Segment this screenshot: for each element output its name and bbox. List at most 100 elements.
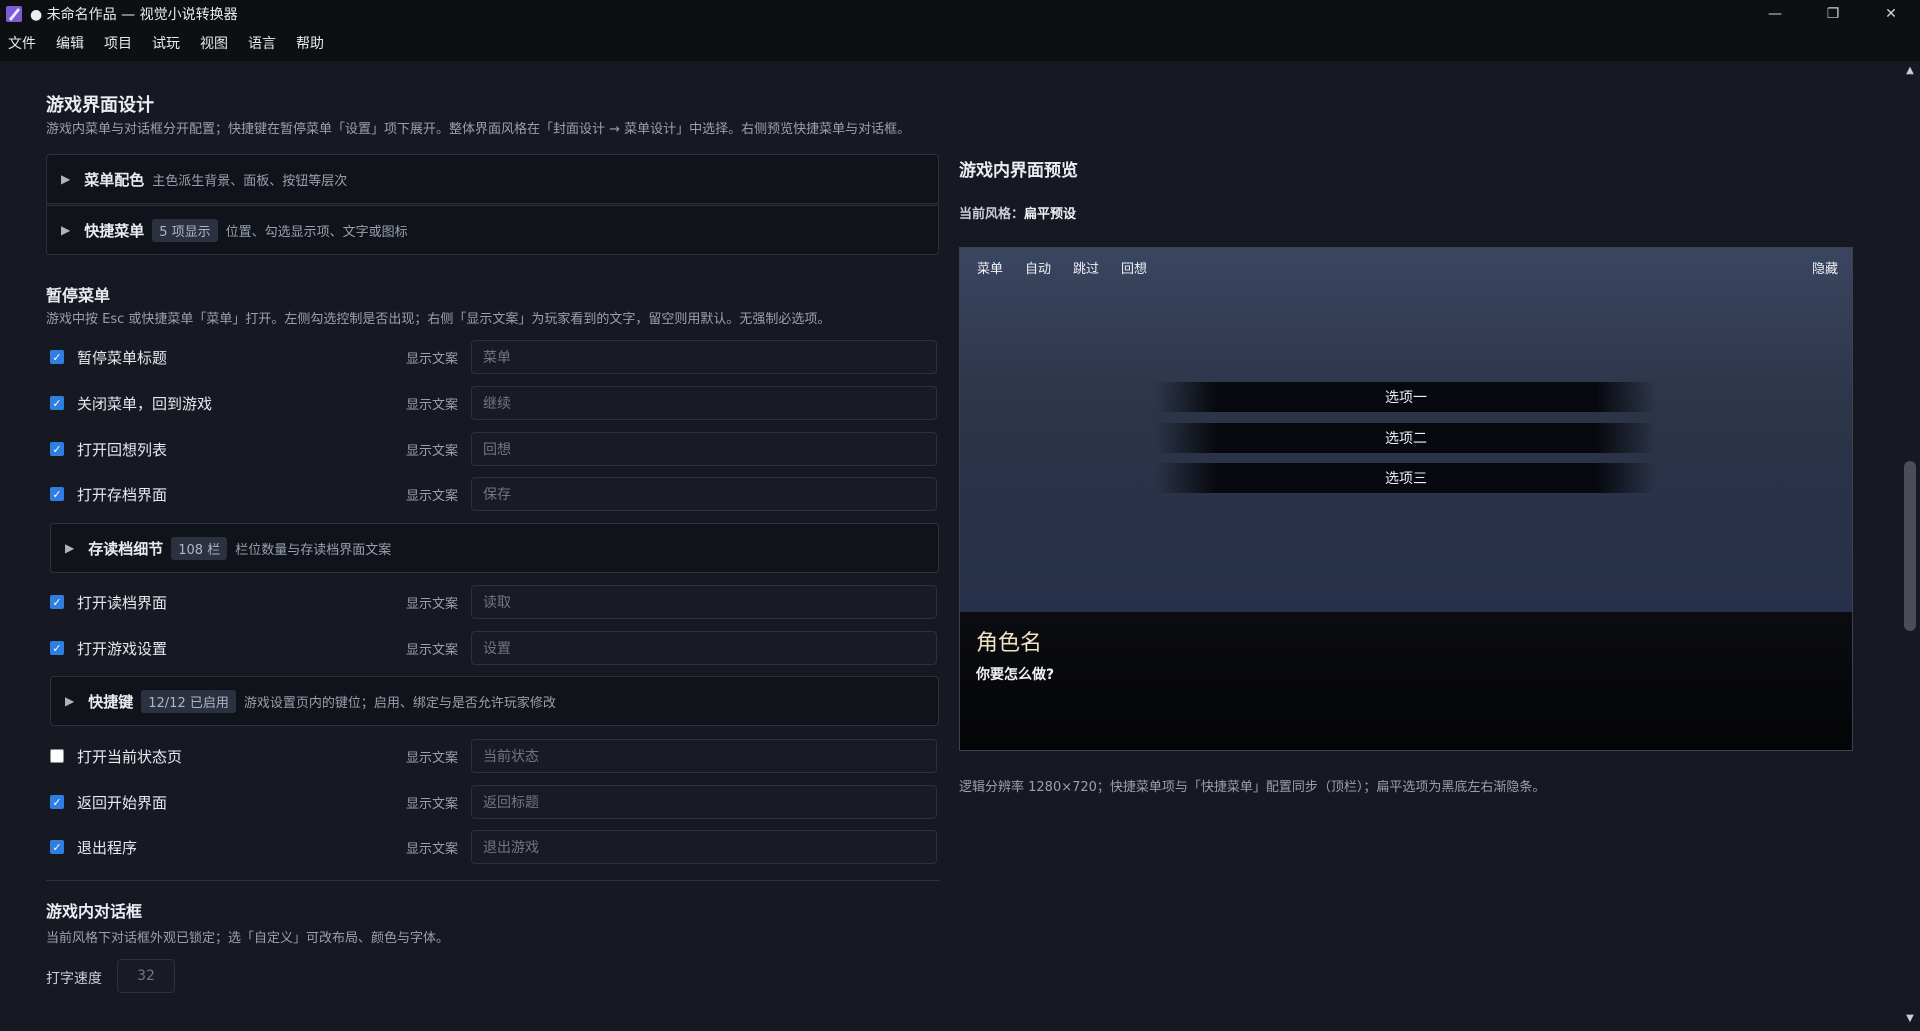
display-text-input[interactable]: 菜单 xyxy=(471,340,937,374)
save-detail-desc: 栏位数量与存读档界面文案 xyxy=(235,542,392,558)
vertical-scrollbar[interactable]: ▲ ▼ xyxy=(1900,61,1920,1031)
title-bar: ● 未命名作品 — 视觉小说转换器 — ❐ ✕ xyxy=(0,0,1920,28)
preview-choice-option: 选项三 xyxy=(1156,463,1656,493)
menu-project[interactable]: 项目 xyxy=(94,28,142,61)
display-text-input[interactable]: 读取 xyxy=(471,585,937,619)
menu-view[interactable]: 视图 xyxy=(190,28,238,61)
pause-item-row: ✓ 打开存档界面 显示文案 保存 xyxy=(46,476,940,512)
display-text-input[interactable]: 退出游戏 xyxy=(471,830,937,864)
pause-item-label: 退出程序 xyxy=(77,838,138,857)
scroll-down-icon[interactable]: ▼ xyxy=(1903,1013,1917,1027)
pause-item-label: 打开存档界面 xyxy=(77,485,168,504)
pause-item-checkbox[interactable]: ✓ xyxy=(50,487,64,501)
current-style-value: 扁平预设 xyxy=(1024,207,1077,222)
current-style-label: 当前风格： xyxy=(959,207,1025,222)
minimize-button[interactable]: — xyxy=(1746,0,1804,28)
expand-triangle-icon: ▶ xyxy=(61,223,71,237)
menu-file[interactable]: 文件 xyxy=(0,28,46,61)
pause-item-checkbox[interactable]: ✓ xyxy=(50,840,64,854)
display-text-label: 显示文案 xyxy=(406,750,459,766)
save-detail-badge: 108 栏 xyxy=(171,536,228,560)
display-text-input[interactable]: 继续 xyxy=(471,386,937,420)
preview-dialog-line: 你要怎么做? xyxy=(976,667,1055,683)
typing-speed-label: 打字速度 xyxy=(46,971,102,987)
display-text-label: 显示文案 xyxy=(406,397,459,413)
hotkeys-collapsible[interactable]: ▶ 快捷键 12/12 已启用 游戏设置页内的键位；启用、绑定与是否允许玩家修改 xyxy=(50,676,939,726)
preview-quick-menu-item: 跳过 xyxy=(1073,262,1100,277)
close-button[interactable]: ✕ xyxy=(1862,0,1920,28)
restore-button[interactable]: ❐ xyxy=(1804,0,1862,28)
display-text-input[interactable]: 设置 xyxy=(471,631,937,665)
scroll-thumb[interactable] xyxy=(1904,461,1916,631)
pause-item-row: ✓ 暂停菜单标题 显示文案 菜单 xyxy=(46,339,940,375)
pause-menu-desc: 游戏中按 Esc 或快捷菜单「菜单」打开。左侧勾选控制是否出现；右侧「显示文案」… xyxy=(46,312,831,327)
pause-menu-title: 暂停菜单 xyxy=(46,286,111,305)
quick-menu-desc: 位置、勾选显示项、文字或图标 xyxy=(225,224,408,240)
pause-item-checkbox[interactable]: ✓ xyxy=(50,350,64,364)
pause-item-row: ✓ 打开读档界面 显示文案 读取 xyxy=(46,584,940,620)
display-text-label: 显示文案 xyxy=(406,796,459,812)
ui-section-desc: 游戏内菜单与对话框分开配置；快捷键在暂停菜单「设置」项下展开。整体界面风格在「封… xyxy=(46,122,911,137)
current-style: 当前风格：扁平预设 xyxy=(959,203,1076,222)
display-text-input[interactable]: 当前状态 xyxy=(471,739,937,773)
pause-item-label: 打开回想列表 xyxy=(77,440,168,459)
display-text-input[interactable]: 保存 xyxy=(471,477,937,511)
pause-item-row: ✓ 返回开始界面 显示文案 返回标题 xyxy=(46,784,940,820)
pause-item-label: 打开游戏设置 xyxy=(77,639,168,658)
menu-language[interactable]: 语言 xyxy=(238,28,286,61)
preview-hide-button: 隐藏 xyxy=(1811,262,1838,277)
dialog-section-title: 游戏内对话框 xyxy=(46,902,143,921)
dialog-section-desc: 当前风格下对话框外观已锁定；选「自定义」可改布局、颜色与字体。 xyxy=(46,931,450,946)
display-text-input[interactable]: 回想 xyxy=(471,432,937,466)
preview-quick-menu: 菜单 自动 跳过 回想 xyxy=(977,258,1147,277)
display-text-label: 显示文案 xyxy=(406,642,459,658)
menu-bar: 文件 编辑 项目 试玩 视图 语言 帮助 xyxy=(0,28,1920,61)
quick-menu-badge: 5 项显示 xyxy=(152,218,218,242)
pause-item-row: ✓ 关闭菜单，回到游戏 显示文案 继续 xyxy=(46,385,940,421)
preview-title: 游戏内界面预览 xyxy=(959,161,1078,181)
preview-quick-menu-item: 自动 xyxy=(1025,262,1052,277)
display-text-input[interactable]: 返回标题 xyxy=(471,785,937,819)
scroll-up-icon[interactable]: ▲ xyxy=(1903,65,1917,79)
preview-quick-menu-item: 回想 xyxy=(1121,262,1148,277)
preview-note: 逻辑分辨率 1280×720；快捷菜单项与「快捷菜单」配置同步（顶栏）；扁平选项… xyxy=(959,780,1546,795)
hotkeys-desc: 游戏设置页内的键位；启用、绑定与是否允许玩家修改 xyxy=(243,695,556,711)
pause-item-checkbox[interactable]: ✓ xyxy=(50,641,64,655)
pause-item-row: ✓ 打开游戏设置 显示文案 设置 xyxy=(46,630,940,666)
save-detail-collapsible[interactable]: ▶ 存读档细节 108 栏 栏位数量与存读档界面文案 xyxy=(50,523,939,573)
menu-playtest[interactable]: 试玩 xyxy=(142,28,190,61)
menu-color-collapsible[interactable]: ▶ 菜单配色 主色派生背景、面板、按钮等层次 xyxy=(46,154,939,204)
preview-quick-menu-item: 菜单 xyxy=(977,262,1004,277)
preview-dialog-box: 角色名 你要怎么做? xyxy=(960,612,1852,750)
pause-item-row: ✓ 退出程序 显示文案 退出游戏 xyxy=(46,829,940,865)
pause-item-checkbox[interactable]: ✓ xyxy=(50,795,64,809)
preview-choice-option: 选项一 xyxy=(1156,382,1656,412)
pause-item-label: 关闭菜单，回到游戏 xyxy=(77,394,213,413)
pause-item-row: 打开当前状态页 显示文案 当前状态 xyxy=(46,738,940,774)
display-text-label: 显示文案 xyxy=(406,488,459,504)
quick-menu-title: 快捷菜单 xyxy=(84,221,145,240)
pause-item-label: 打开读档界面 xyxy=(77,593,168,612)
menu-help[interactable]: 帮助 xyxy=(286,28,334,61)
display-text-label: 显示文案 xyxy=(406,596,459,612)
preview-choice-option: 选项二 xyxy=(1156,423,1656,453)
pause-item-row: ✓ 打开回想列表 显示文案 回想 xyxy=(46,431,940,467)
hotkeys-badge: 12/12 已启用 xyxy=(141,689,236,713)
pause-item-checkbox[interactable]: ✓ xyxy=(50,396,64,410)
menu-edit[interactable]: 编辑 xyxy=(46,28,94,61)
save-detail-title: 存读档细节 xyxy=(88,539,164,558)
expand-triangle-icon: ▶ xyxy=(65,541,75,555)
typing-speed-input[interactable]: 32 xyxy=(117,959,175,993)
pause-item-label: 暂停菜单标题 xyxy=(77,348,168,367)
pause-item-checkbox[interactable]: ✓ xyxy=(50,442,64,456)
section-divider xyxy=(46,880,940,881)
expand-triangle-icon: ▶ xyxy=(61,172,71,186)
display-text-label: 显示文案 xyxy=(406,841,459,857)
pause-item-checkbox[interactable] xyxy=(50,749,64,763)
quick-menu-collapsible[interactable]: ▶ 快捷菜单 5 项显示 位置、勾选显示项、文字或图标 xyxy=(46,205,939,255)
ui-section-title: 游戏界面设计 xyxy=(46,95,154,116)
hotkeys-title: 快捷键 xyxy=(88,692,134,711)
expand-triangle-icon: ▶ xyxy=(65,694,75,708)
main-content: 游戏界面设计 游戏内菜单与对话框分开配置；快捷键在暂停菜单「设置」项下展开。整体… xyxy=(0,61,1900,1031)
pause-item-checkbox[interactable]: ✓ xyxy=(50,595,64,609)
